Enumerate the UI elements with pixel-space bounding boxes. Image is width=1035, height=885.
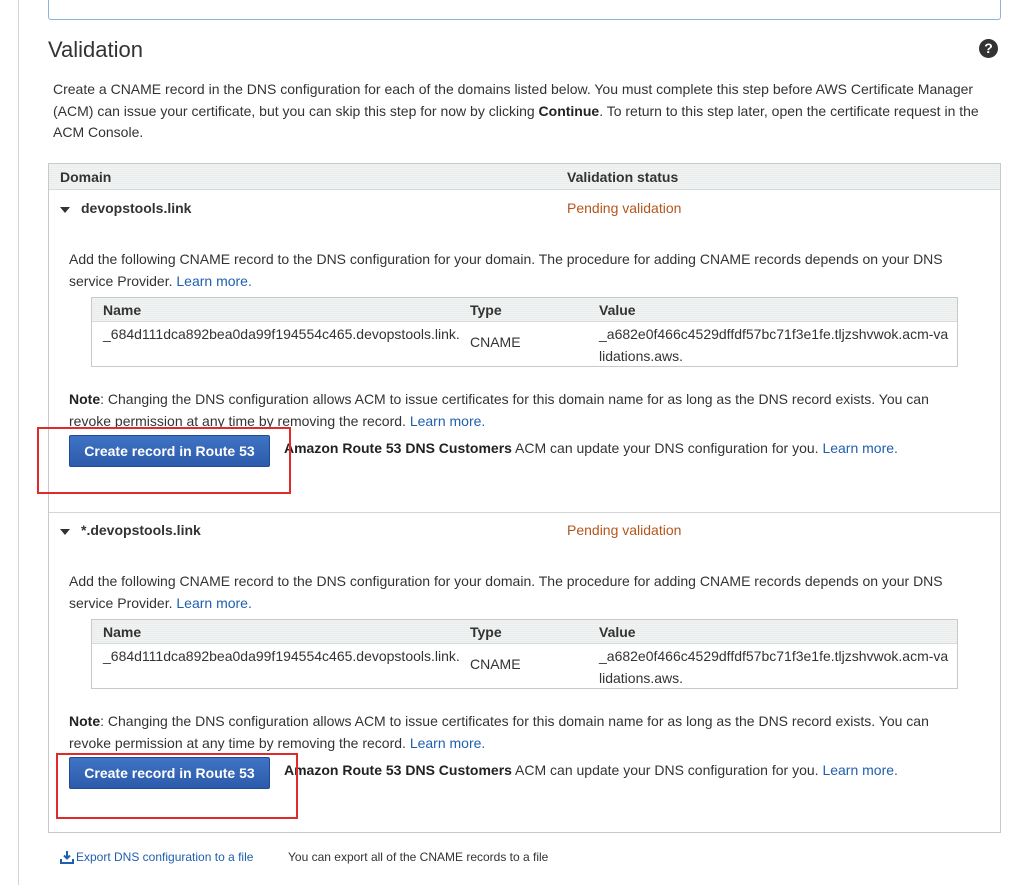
header-name: Name [103, 302, 142, 318]
note-label: Note [69, 391, 101, 407]
note-label: Note [69, 713, 101, 729]
learn-more-link[interactable]: Learn more. [410, 735, 485, 751]
domain-divider [49, 512, 1000, 513]
domain-row[interactable]: *.devopstools.link Pending validation [49, 521, 1000, 545]
caret-down-icon[interactable] [60, 207, 70, 213]
export-dns-link[interactable]: Export DNS configuration to a file [76, 850, 253, 864]
question-circle-icon[interactable]: ? [979, 39, 998, 58]
learn-more-link[interactable]: Learn more. [176, 595, 251, 611]
cname-record-table: Name Type Value _684d111dca892bea0da99f1… [91, 619, 958, 689]
domains-table-header: Domain Validation status [49, 164, 1000, 190]
route53-bold: Amazon Route 53 DNS Customers [284, 762, 512, 778]
route53-info: Amazon Route 53 DNS Customers ACM can up… [284, 762, 898, 778]
cname-type: CNAME [470, 656, 521, 672]
export-description: You can export all of the CNAME records … [288, 850, 549, 864]
header-domain: Domain [60, 169, 112, 185]
note-text: Note: Changing the DNS configuration all… [69, 389, 969, 432]
domain-row[interactable]: devopstools.link Pending validation [49, 199, 1000, 223]
learn-more-link[interactable]: Learn more. [176, 273, 251, 289]
cname-value: _a682e0f466c4529dffdf57bc71f3e1fe.tljzsh… [599, 648, 949, 686]
validation-status: Pending validation [567, 522, 682, 538]
learn-more-link[interactable]: Learn more. [410, 413, 485, 429]
note-body: : Changing the DNS configuration allows … [69, 391, 929, 429]
cname-table-header: Name Type Value [92, 298, 957, 322]
intro-text: Create a CNAME record in the DNS configu… [53, 79, 998, 144]
header-type: Type [470, 624, 502, 640]
header-value: Value [599, 624, 636, 640]
cname-value: _a682e0f466c4529dffdf57bc71f3e1fe.tljzsh… [599, 326, 949, 364]
highlight-box [37, 427, 291, 494]
domains-table: Domain Validation status devopstools.lin… [48, 163, 1001, 833]
header-name: Name [103, 624, 142, 640]
cname-table-header: Name Type Value [92, 620, 957, 644]
header-value: Value [599, 302, 636, 318]
route53-body: ACM can update your DNS configuration fo… [511, 762, 823, 778]
download-icon[interactable] [60, 850, 74, 864]
cname-instructions: Add the following CNAME record to the DN… [69, 571, 969, 614]
intro-continue-bold: Continue [538, 102, 600, 119]
header-validation-status: Validation status [567, 169, 679, 185]
caret-down-icon[interactable] [60, 529, 70, 535]
header-type: Type [470, 302, 502, 318]
route53-info: Amazon Route 53 DNS Customers ACM can up… [284, 440, 898, 456]
learn-more-link[interactable]: Learn more. [822, 762, 897, 778]
domain-name: *.devopstools.link [81, 522, 201, 538]
route53-body: ACM can update your DNS configuration fo… [511, 440, 823, 456]
highlight-box [56, 753, 298, 819]
learn-more-link[interactable]: Learn more. [822, 440, 897, 456]
note-body: : Changing the DNS configuration allows … [69, 713, 929, 751]
cname-type: CNAME [470, 334, 521, 350]
section-title: Validation [48, 37, 143, 62]
previous-panel [48, 0, 1001, 20]
left-rail [18, 0, 19, 885]
cname-name: _684d111dca892bea0da99f194554c465.devops… [103, 326, 460, 342]
note-text: Note: Changing the DNS configuration all… [69, 711, 969, 754]
route53-bold: Amazon Route 53 DNS Customers [284, 440, 512, 456]
cname-instructions: Add the following CNAME record to the DN… [69, 249, 969, 292]
cname-name: _684d111dca892bea0da99f194554c465.devops… [103, 648, 460, 664]
cname-record-table: Name Type Value _684d111dca892bea0da99f1… [91, 297, 958, 367]
domain-name: devopstools.link [81, 200, 192, 216]
validation-status: Pending validation [567, 200, 682, 216]
